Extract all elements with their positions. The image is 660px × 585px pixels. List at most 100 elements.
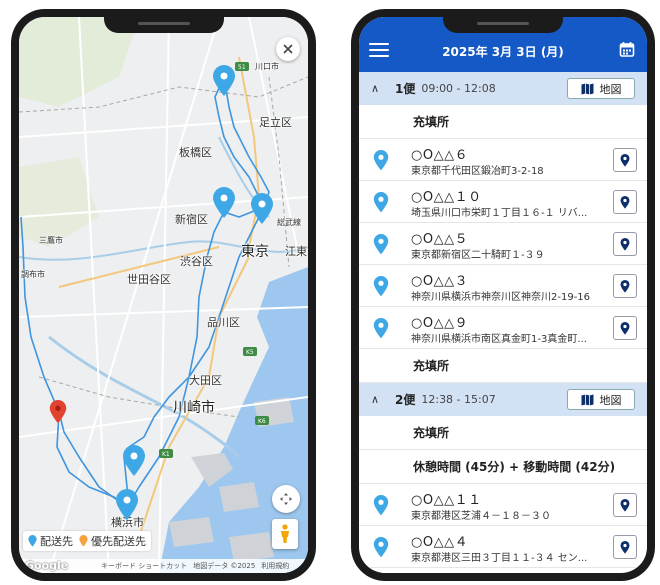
- delivery-pin[interactable]: [212, 65, 236, 97]
- depot-row: 充填所: [359, 416, 647, 450]
- location-pin-icon: [620, 153, 630, 167]
- stop-pin-icon: [373, 150, 389, 171]
- phone-schedule: 2025年 3月 3日 (月) ∧ 1便 09:00 - 12:08 地図 充填…: [351, 9, 655, 581]
- close-icon: [283, 44, 293, 54]
- map-data-credit: 地図データ ©2025: [193, 562, 256, 570]
- phone-map: 51 K5 K6 K1 川口市 足立区 板橋区 新宿区 総武線 東京 江東 三鷹…: [11, 9, 316, 581]
- stop-location-button[interactable]: [613, 190, 637, 214]
- map-label-mitaka: 三鷹市: [39, 236, 63, 245]
- phone-notch: [103, 17, 224, 33]
- map-label-koto: 江東: [285, 245, 307, 258]
- stop-address: 東京都新宿区二十騎町１-３９: [411, 250, 545, 261]
- stop-name: ○O△△１１: [411, 493, 482, 508]
- schedule-screen: 2025年 3月 3日 (月) ∧ 1便 09:00 - 12:08 地図 充填…: [359, 17, 647, 573]
- map-legend: 配送先 優先配送先: [23, 531, 151, 551]
- stop-pin-icon: [373, 192, 389, 213]
- map-view[interactable]: 51 K5 K6 K1 川口市 足立区 板橋区 新宿区 総武線 東京 江東 三鷹…: [19, 17, 308, 573]
- street-view-button[interactable]: [272, 519, 298, 549]
- stop-location-button[interactable]: [613, 493, 637, 517]
- delivery-legend-icon: [28, 535, 37, 547]
- priority-delivery-pin[interactable]: [49, 399, 67, 425]
- stop-address: 東京都千代田区鍛冶町3-2-18: [411, 166, 544, 177]
- trip-name: 1便: [395, 82, 416, 96]
- stop-location-button[interactable]: [613, 535, 637, 559]
- trip-map-label: 地図: [599, 82, 622, 96]
- stop-row[interactable]: ○O△△１０ 埼玉県川口市栄町１丁目１６-１ リバ...: [359, 181, 647, 223]
- route-badge-k6: K6: [258, 418, 266, 425]
- map-screen: 51 K5 K6 K1 川口市 足立区 板橋区 新宿区 総武線 東京 江東 三鷹…: [19, 17, 308, 573]
- map-label-soka: 総武線: [277, 218, 301, 227]
- delivery-pin[interactable]: [212, 187, 236, 219]
- depot-row: 充填所: [359, 105, 647, 139]
- trip-map-label: 地図: [599, 393, 622, 407]
- legend-delivery-label: 配送先: [40, 535, 73, 548]
- chevron-up-icon[interactable]: ∧: [371, 82, 389, 95]
- stop-name: ○O△△１０: [411, 190, 482, 205]
- depot-row: 充填所: [359, 349, 647, 383]
- stop-pin-icon: [373, 495, 389, 516]
- stop-row[interactable]: ○O△△３ 神奈川県横浜市神奈川区神奈川2-19-16: [359, 265, 647, 307]
- trip-map-button[interactable]: 地図: [567, 389, 635, 410]
- map-label-ota: 大田区: [189, 374, 222, 387]
- map-label-shinjuku: 新宿区: [175, 213, 208, 226]
- location-pin-icon: [620, 540, 630, 554]
- depot-label: 充填所: [413, 359, 450, 373]
- stop-name: ○O△△９: [411, 316, 469, 331]
- map-label-kawaguchi: 川口市: [255, 62, 279, 71]
- stop-address: 東京都港区芝浦４－１８－３０: [411, 511, 551, 522]
- stop-location-button[interactable]: [613, 316, 637, 340]
- map-label-kawasaki: 川崎市: [173, 400, 215, 416]
- stop-row[interactable]: ○O△△５ 東京都新宿区二十騎町１-３９: [359, 223, 647, 265]
- stop-row[interactable]: ○O△△１１ 東京都港区芝浦４－１８－３０: [359, 484, 647, 526]
- stop-address: 神奈川県横浜市神奈川区神奈川2-19-16: [411, 292, 591, 303]
- depot-label: 充填所: [413, 426, 450, 440]
- trip-header[interactable]: ∧ 1便 09:00 - 12:08 地図: [359, 72, 647, 105]
- location-pin-icon: [620, 498, 630, 512]
- recenter-button[interactable]: [272, 485, 300, 513]
- stop-name: ○O△△４: [411, 535, 469, 550]
- recenter-icon: [280, 493, 292, 505]
- delivery-pin[interactable]: [115, 489, 139, 521]
- trip-time: 12:38 - 15:07: [421, 393, 496, 406]
- chevron-up-icon[interactable]: ∧: [371, 393, 389, 406]
- route-badge-k1: K1: [162, 451, 170, 458]
- break-row: 休憩時間 (45分) + 移動時間 (42分): [359, 450, 647, 484]
- route-badge-k5: K5: [246, 349, 254, 356]
- delivery-pin[interactable]: [122, 445, 146, 477]
- location-pin-icon: [620, 237, 630, 251]
- stop-row[interactable]: ○O△△４ 東京都港区三田３丁目１１-３４ セン...: [359, 526, 647, 568]
- trip-list[interactable]: ∧ 1便 09:00 - 12:08 地図 充填所 ○O△△６ 東京都千代田区鍛…: [359, 72, 647, 573]
- stop-name: ○O△△５: [411, 232, 469, 247]
- phone-notch: [443, 17, 563, 33]
- close-map-button[interactable]: [276, 37, 300, 61]
- keyboard-shortcuts-link[interactable]: キーボード ショートカット: [101, 561, 187, 571]
- pegman-icon: [281, 524, 289, 543]
- map-label-chofu: 調布市: [21, 270, 45, 279]
- trip-time: 09:00 - 12:08: [421, 82, 496, 95]
- calendar-icon[interactable]: [619, 41, 635, 57]
- priority-legend-icon: [79, 535, 88, 547]
- depot-label: 充填所: [413, 115, 450, 129]
- stop-location-button[interactable]: [613, 232, 637, 256]
- map-label-shinagawa: 品川区: [207, 316, 240, 329]
- schedule-date[interactable]: 2025年 3月 3日 (月): [359, 43, 647, 60]
- stop-name: ○O△△３: [411, 274, 469, 289]
- map-label-adachi: 足立区: [259, 116, 292, 129]
- delivery-pin[interactable]: [250, 193, 274, 225]
- map-base: 51 K5 K6 K1: [19, 17, 308, 573]
- trip-header[interactable]: ∧ 2便 12:38 - 15:07 地図: [359, 383, 647, 416]
- stop-row[interactable]: ○O△△６ 東京都千代田区鍛冶町3-2-18: [359, 139, 647, 181]
- google-logo: Google: [25, 559, 69, 572]
- location-pin-icon: [620, 279, 630, 293]
- stop-location-button[interactable]: [613, 274, 637, 298]
- trip-map-button[interactable]: 地図: [567, 78, 635, 99]
- stop-address: 埼玉県川口市栄町１丁目１６-１ リバ...: [411, 208, 588, 219]
- stop-pin-icon: [373, 318, 389, 339]
- legend-priority-label: 優先配送先: [91, 535, 146, 548]
- stop-row[interactable]: ○O△△９ 神奈川県横浜市南区真金町1-3真金町...: [359, 307, 647, 349]
- terms-link[interactable]: 利用規約: [261, 561, 289, 571]
- break-label: 休憩時間 (45分) + 移動時間 (42分): [413, 460, 616, 474]
- stop-pin-icon: [373, 537, 389, 558]
- stop-location-button[interactable]: [613, 148, 637, 172]
- stop-address: 東京都港区三田３丁目１１-３４ セン...: [411, 553, 588, 564]
